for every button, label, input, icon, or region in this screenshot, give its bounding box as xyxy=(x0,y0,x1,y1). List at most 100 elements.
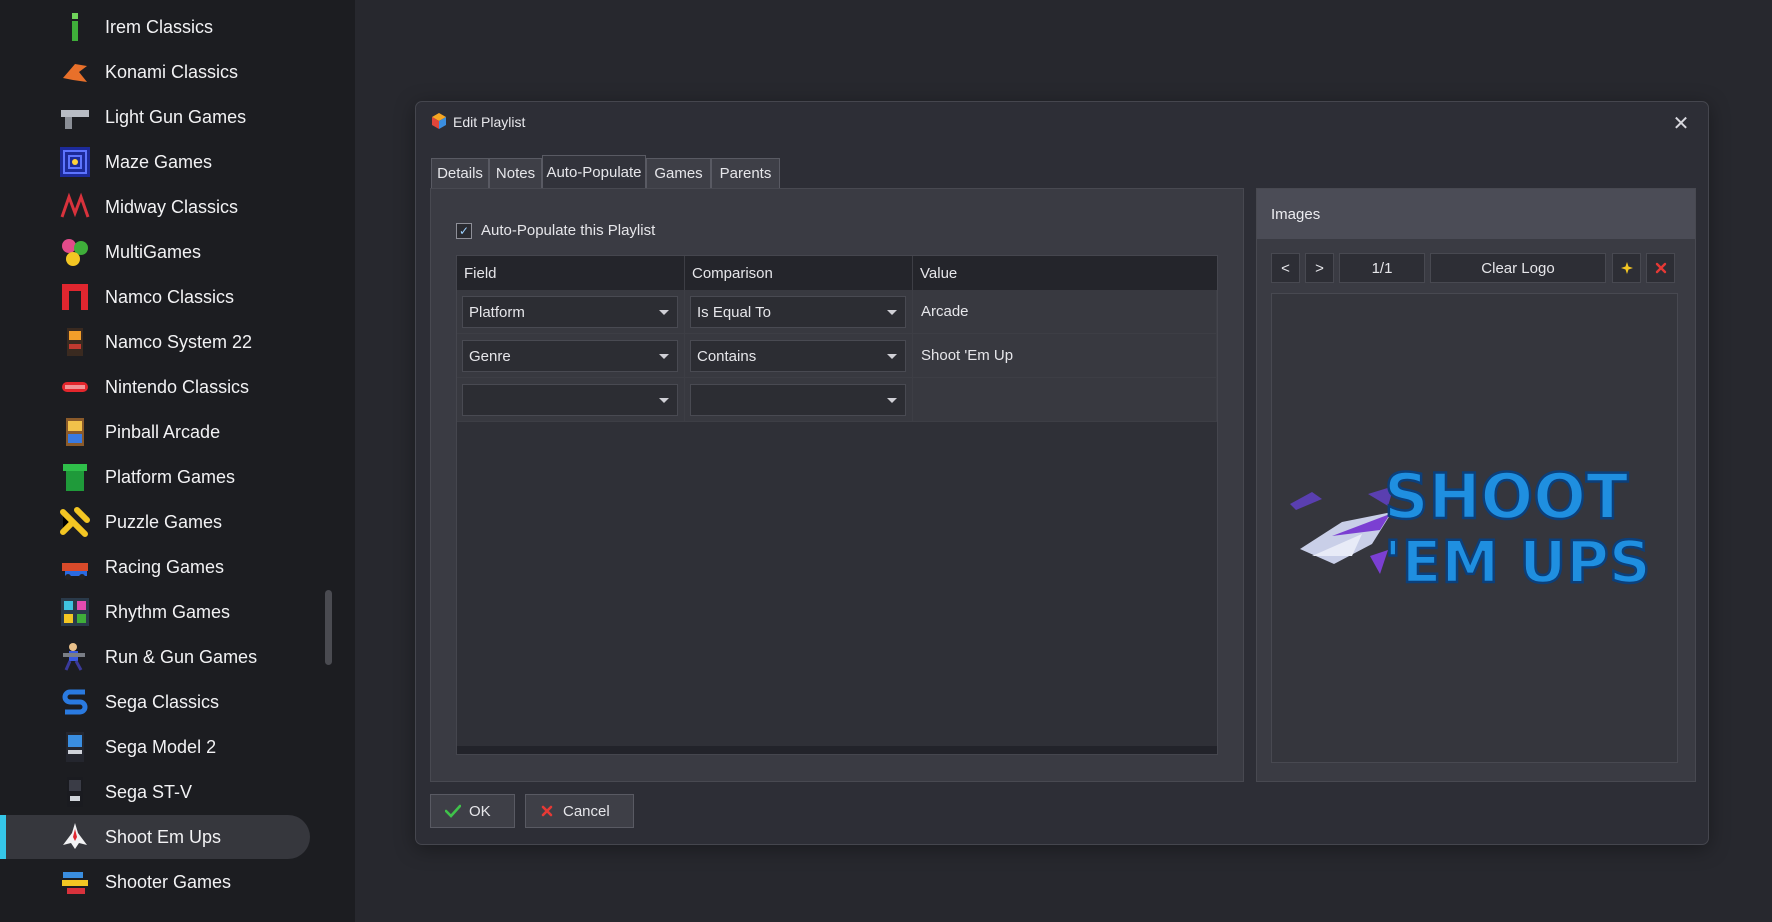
platform-pipe-icon xyxy=(59,461,91,493)
add-image-button[interactable] xyxy=(1612,253,1641,283)
ship-icon xyxy=(59,821,91,853)
tab-details[interactable]: Details xyxy=(431,158,489,188)
irem-icon xyxy=(59,11,91,43)
sega-stv-icon xyxy=(59,776,91,808)
header-value: Value xyxy=(913,256,1217,290)
sidebar-item-pinball-arcade[interactable]: Pinball Arcade xyxy=(0,410,310,454)
delete-x-icon xyxy=(1655,262,1666,274)
table-row: Contains xyxy=(685,334,913,378)
multigames-icon xyxy=(59,236,91,268)
tab-notes[interactable]: Notes xyxy=(489,158,542,188)
value-cell[interactable]: Shoot 'Em Up xyxy=(913,334,1217,378)
sidebar-item-shoot-em-ups[interactable]: Shoot Em Ups xyxy=(0,815,310,859)
auto-populate-checkbox-row[interactable]: ✓ Auto-Populate this Playlist xyxy=(456,222,655,239)
sidebar: Irem Classics Konami Classics Light Gun Ga… xyxy=(0,0,355,922)
sidebar-item-irem-classics[interactable]: Irem Classics xyxy=(0,5,310,49)
tab-auto-populate[interactable]: Auto-Populate xyxy=(542,155,646,189)
sidebar-item-sega-model-2[interactable]: Sega Model 2 xyxy=(0,725,310,769)
sidebar-item-label: Shooter Games xyxy=(105,871,232,892)
sidebar-item-label: Shoot Em Ups xyxy=(105,826,222,847)
value-cell[interactable] xyxy=(913,378,1217,422)
header-comparison: Comparison xyxy=(685,256,913,290)
chevron-down-icon xyxy=(887,398,897,403)
edit-playlist-dialog: Edit Playlist ✕ Details Notes Auto-Popul… xyxy=(415,101,1709,845)
sidebar-item-namco-system-22[interactable]: Namco System 22 xyxy=(0,320,310,364)
sidebar-item-nintendo-classics[interactable]: Nintendo Classics xyxy=(0,365,310,409)
sidebar-item-label: Light Gun Games xyxy=(105,106,247,127)
sidebar-item-midway-classics[interactable]: Midway Classics xyxy=(0,185,310,229)
comparison-dropdown[interactable] xyxy=(690,384,906,416)
clear-logo-button[interactable]: Clear Logo xyxy=(1430,253,1606,283)
field-dropdown[interactable] xyxy=(462,384,678,416)
tab-games[interactable]: Games xyxy=(646,158,711,188)
chevron-down-icon xyxy=(659,354,669,359)
sidebar-scrollbar[interactable] xyxy=(325,590,332,665)
sidebar-item-light-gun-games[interactable]: Light Gun Games xyxy=(0,95,310,139)
sidebar-item-label: Namco Classics xyxy=(105,286,235,307)
sidebar-item-konami-classics[interactable]: Konami Classics xyxy=(0,50,310,94)
sidebar-item-label: Namco System 22 xyxy=(105,331,253,352)
comparison-dropdown[interactable]: Is Equal To xyxy=(690,296,906,328)
svg-text:'EM UPS: 'EM UPS xyxy=(1384,528,1651,596)
field-dropdown[interactable]: Genre xyxy=(462,340,678,372)
sidebar-item-label: Konami Classics xyxy=(105,61,239,82)
sidebar-item-maze-games[interactable]: Maze Games xyxy=(0,140,310,184)
sidebar-item-puzzle-games[interactable]: Puzzle Games xyxy=(0,500,310,544)
sidebar-item-run-gun-games[interactable]: Run & Gun Games xyxy=(0,635,310,679)
shoot-em-ups-logo: SHOOT 'EM UPS xyxy=(1290,459,1652,597)
nintendo-icon xyxy=(59,371,91,403)
comparison-dropdown[interactable]: Contains xyxy=(690,340,906,372)
ok-label: OK xyxy=(469,802,491,820)
close-icon[interactable]: ✕ xyxy=(1666,108,1696,138)
sidebar-item-label: Irem Classics xyxy=(105,16,214,37)
sidebar-item-sega-st-v[interactable]: Sega ST-V xyxy=(0,770,310,814)
next-image-button[interactable]: > xyxy=(1305,253,1334,283)
puzzle-icon xyxy=(59,506,91,538)
light-gun-icon xyxy=(59,101,91,133)
sidebar-item-rhythm-games[interactable]: Rhythm Games xyxy=(0,590,310,634)
sidebar-item-namco-classics[interactable]: Namco Classics xyxy=(0,275,310,319)
sidebar-item-shooter-games[interactable]: Shooter Games xyxy=(0,860,310,904)
field-dropdown[interactable]: Platform xyxy=(462,296,678,328)
sidebar-item-racing-games[interactable]: Racing Games xyxy=(0,545,310,589)
sidebar-item-label: Sega ST-V xyxy=(105,781,193,802)
sidebar-item-label: MultiGames xyxy=(105,241,202,262)
delete-image-button[interactable] xyxy=(1646,253,1675,283)
ok-button[interactable]: OK xyxy=(430,794,515,828)
cancel-label: Cancel xyxy=(563,802,610,820)
value-text: Arcade xyxy=(921,303,969,320)
auto-populate-checkbox[interactable]: ✓ xyxy=(456,222,472,239)
sidebar-item-label: Pinball Arcade xyxy=(105,421,221,442)
table-row: Genre xyxy=(457,334,685,378)
rhythm-icon xyxy=(59,596,91,628)
sega-model2-icon xyxy=(59,731,91,763)
cancel-button[interactable]: Cancel xyxy=(525,794,634,828)
sidebar-item-sega-classics[interactable]: Sega Classics xyxy=(0,680,310,724)
sidebar-item-label: Midway Classics xyxy=(105,196,239,217)
sidebar-item-label: Sega Classics xyxy=(105,691,220,712)
sidebar-item-label: Maze Games xyxy=(105,151,213,172)
tab-parents[interactable]: Parents xyxy=(711,158,780,188)
table-row: Platform xyxy=(457,290,685,334)
spaceship-icon xyxy=(1290,486,1394,574)
shooter-icon xyxy=(59,866,91,898)
rules-grid: Field Comparison Value Platform Is Equal… xyxy=(456,255,1218,755)
sidebar-item-platform-games[interactable]: Platform Games xyxy=(0,455,310,499)
chevron-down-icon xyxy=(887,354,897,359)
midway-icon xyxy=(59,191,91,223)
chevron-down-icon xyxy=(887,310,897,315)
dialog-title: Edit Playlist xyxy=(453,114,526,130)
prev-image-button[interactable]: < xyxy=(1271,253,1300,283)
value-cell[interactable]: Arcade xyxy=(913,290,1217,334)
table-row: Is Equal To xyxy=(685,290,913,334)
sega-icon xyxy=(59,686,91,718)
sidebar-item-label: Platform Games xyxy=(105,466,236,487)
app-logo-icon xyxy=(432,113,446,129)
sidebar-item-label: Nintendo Classics xyxy=(105,376,250,397)
sidebar-item-label: Rhythm Games xyxy=(105,601,231,622)
sidebar-item-multigames[interactable]: MultiGames xyxy=(0,230,310,274)
maze-icon xyxy=(59,146,91,178)
chevron-down-icon xyxy=(659,398,669,403)
grid-horizontal-scrollbar[interactable] xyxy=(457,746,1217,754)
logo-image-frame: SHOOT 'EM UPS xyxy=(1271,293,1678,763)
